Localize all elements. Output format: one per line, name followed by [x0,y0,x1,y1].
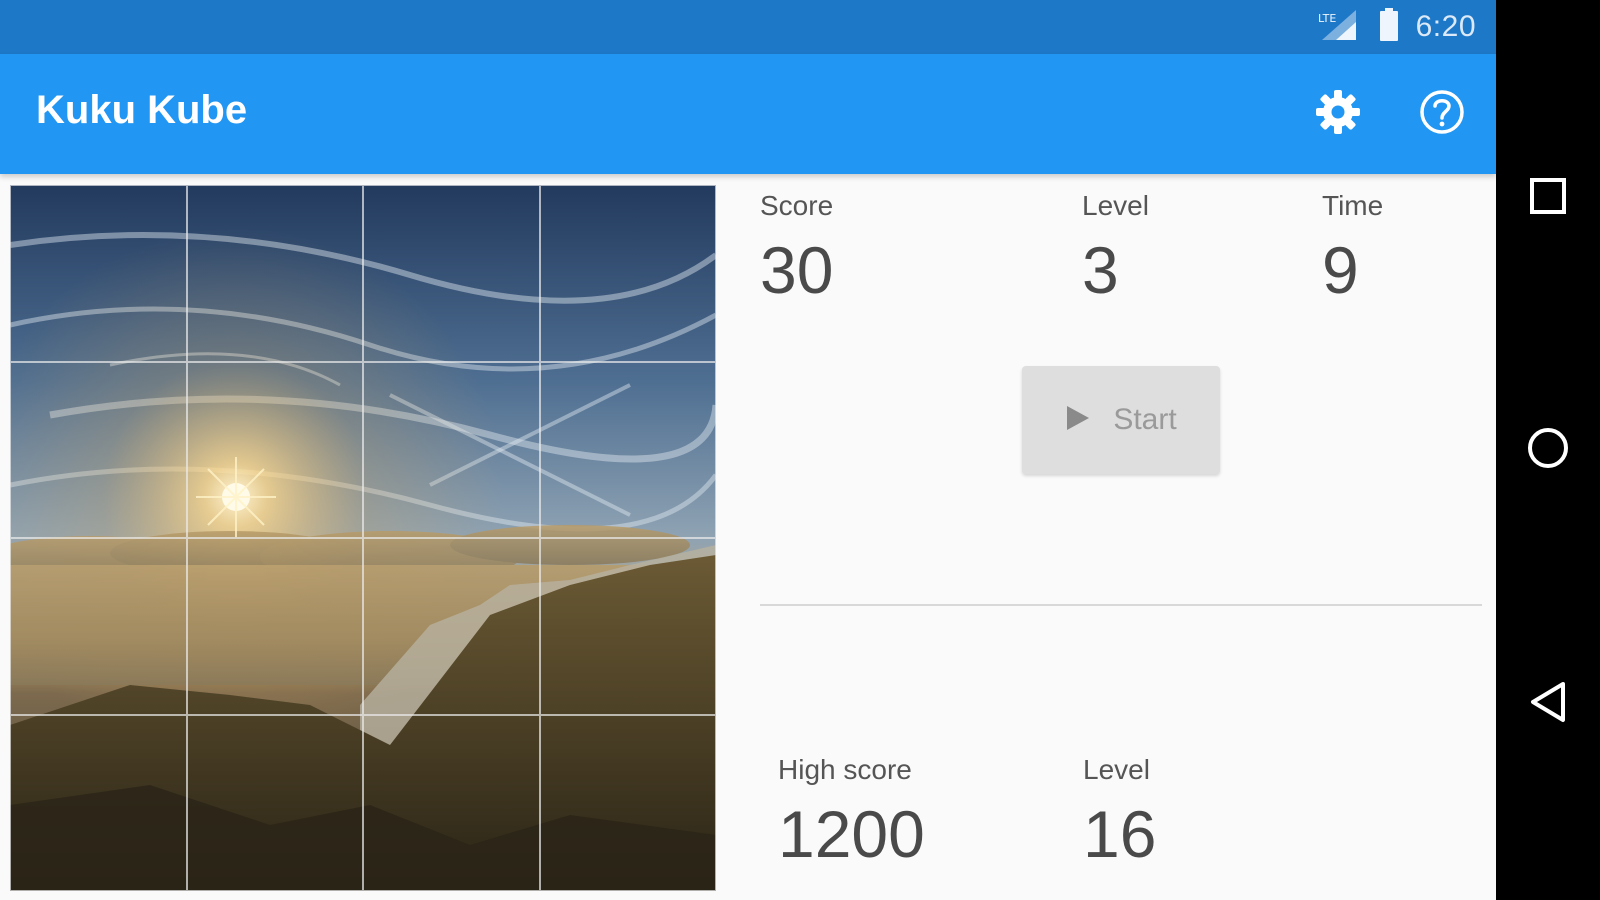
puzzle-tile[interactable] [363,538,540,715]
time-label: Time [1322,190,1384,221]
high-score-value: 1200 [778,797,925,871]
puzzle-tile[interactable] [186,538,363,715]
puzzle-tile[interactable] [10,361,187,538]
score-label: Score [760,190,834,221]
puzzle-tile[interactable] [10,538,187,715]
home-icon [1525,425,1571,476]
back-icon [1527,680,1569,729]
puzzle-tile[interactable] [363,714,540,891]
puzzle-tile[interactable] [186,361,363,538]
best-level-label: Level [1083,754,1150,785]
high-score-label: High score [778,754,912,785]
start-button[interactable]: Start [1022,366,1220,474]
time-value: 9 [1322,233,1359,307]
help-icon [1418,88,1466,141]
puzzle-tile[interactable] [539,185,716,362]
recents-button[interactable] [1520,170,1576,226]
svg-text:LTE: LTE [1318,12,1336,25]
help-button[interactable] [1412,84,1472,144]
play-icon [1065,404,1091,437]
back-button[interactable] [1520,676,1576,732]
lte-signal-icon: LTE [1316,8,1362,47]
app-title: Kuku Kube [36,88,248,132]
home-button[interactable] [1520,422,1576,478]
start-label: Start [1113,403,1177,436]
puzzle-tile[interactable] [539,361,716,538]
level-label: Level [1082,190,1149,221]
puzzle-board [10,185,716,891]
score-value: 30 [760,233,834,307]
level-value: 3 [1082,233,1119,307]
settings-button[interactable] [1308,84,1368,144]
app-bar: Kuku Kube [0,54,1496,174]
tile-grid [10,185,716,891]
status-icons: LTE 6:20 [1316,7,1476,47]
status-bar: LTE 6:20 [0,0,1496,54]
divider [760,604,1482,606]
puzzle-tile[interactable] [186,714,363,891]
puzzle-tile[interactable] [539,538,716,715]
recents-icon [1528,176,1568,221]
gear-icon [1314,88,1362,141]
app-screen: LTE 6:20 Kuku Kube Score 30 Level 3 Time… [0,0,1496,900]
status-time: 6:20 [1415,10,1476,43]
navigation-bar [1496,0,1600,900]
puzzle-tile[interactable] [363,185,540,362]
battery-icon [1378,7,1400,47]
puzzle-tile[interactable] [186,185,363,362]
puzzle-tile[interactable] [10,185,187,362]
puzzle-tile[interactable] [363,361,540,538]
puzzle-tile[interactable] [539,714,716,891]
best-level-value: 16 [1083,797,1157,871]
puzzle-tile[interactable] [10,714,187,891]
